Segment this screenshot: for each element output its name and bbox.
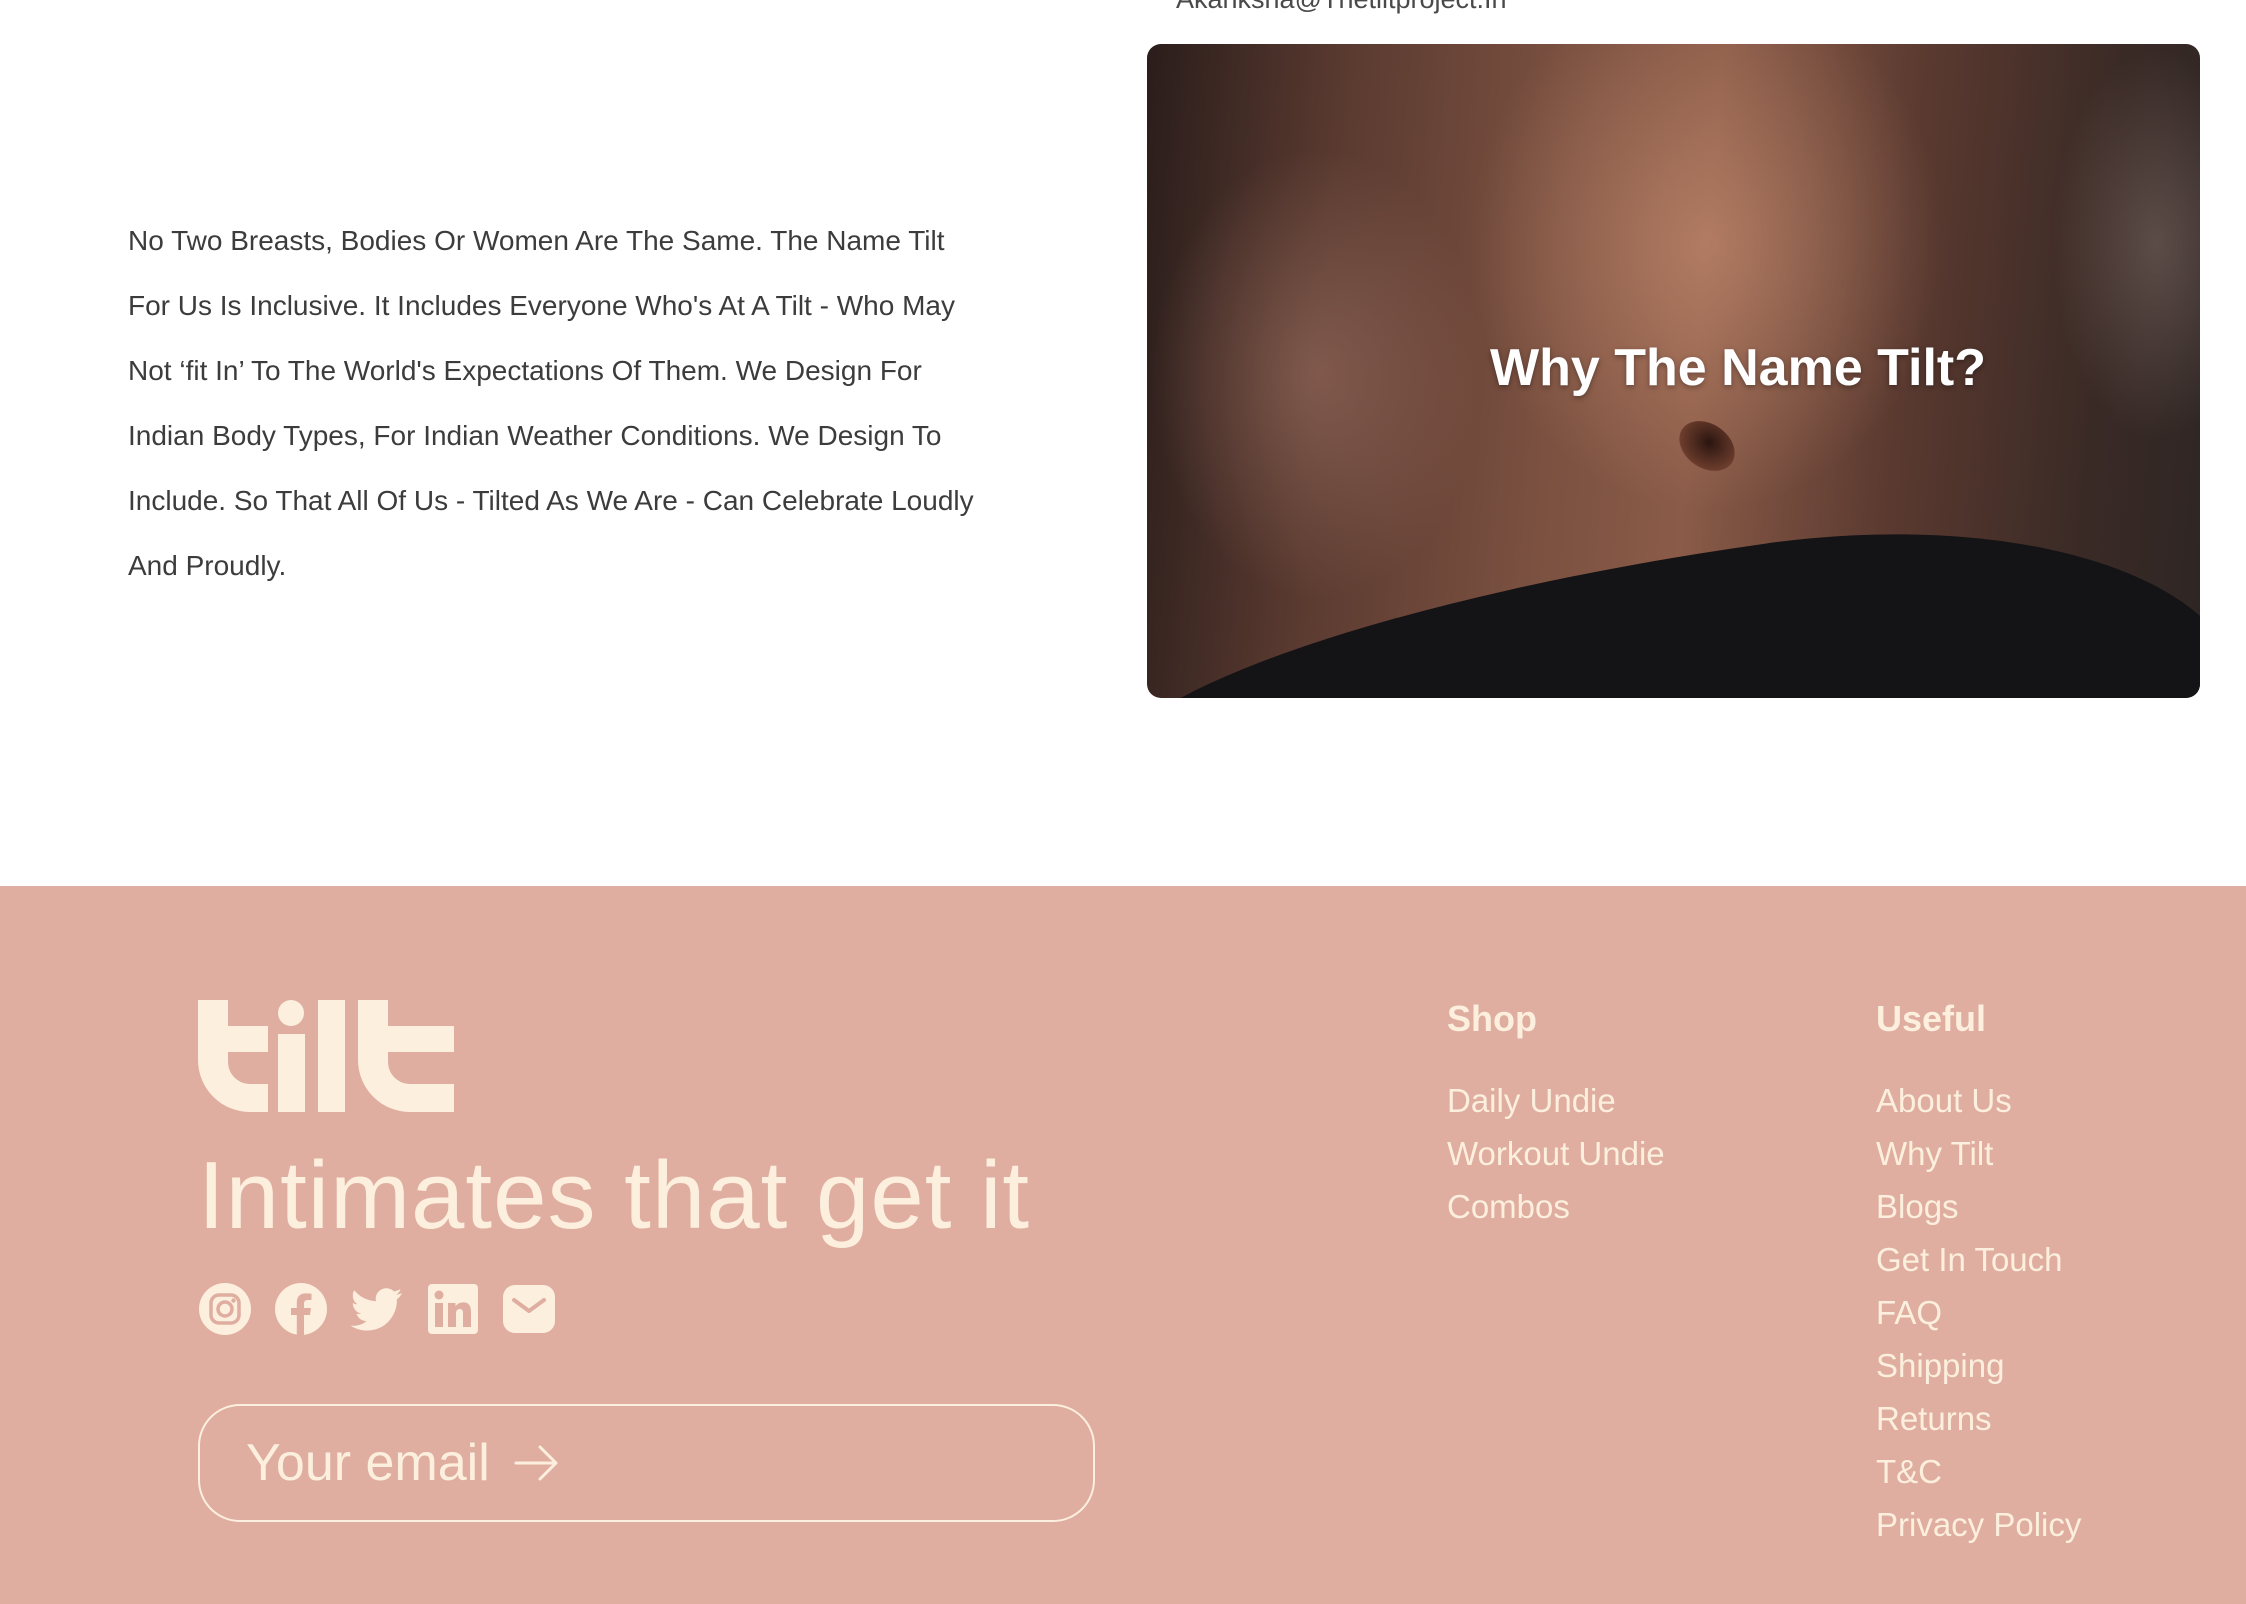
- site-footer: Intimates that get it Your email Shop Da…: [0, 886, 2246, 1604]
- email-input[interactable]: [246, 1433, 506, 1493]
- newsletter-form: [198, 1404, 1095, 1522]
- hero-photo-detail: [1669, 410, 1745, 482]
- footer-link-get-in-touch[interactable]: Get In Touch: [1876, 1233, 2081, 1286]
- footer-link-combos[interactable]: Combos: [1447, 1180, 1665, 1233]
- shop-heading: Shop: [1447, 998, 1537, 1039]
- intro-line: Indian Body Types, For Indian Weather Co…: [128, 420, 942, 451]
- tilt-logo[interactable]: [198, 1000, 454, 1114]
- footer-link-why-tilt[interactable]: Why Tilt: [1876, 1127, 2081, 1180]
- arrow-right-icon[interactable]: [514, 1443, 560, 1483]
- footer-link-blogs[interactable]: Blogs: [1876, 1180, 2081, 1233]
- footer-link-workout-undie[interactable]: Workout Undie: [1447, 1127, 1665, 1180]
- footer-shop-column: Shop Daily Undie Workout Undie Combos: [1447, 998, 1665, 1233]
- hero-title: Why The Name Tilt?: [1490, 339, 1986, 397]
- mail-icon[interactable]: [502, 1282, 556, 1336]
- social-links: [198, 1282, 556, 1336]
- footer-link-privacy-policy[interactable]: Privacy Policy: [1876, 1498, 2081, 1551]
- intro-line: Include. So That All Of Us - Tilted As W…: [128, 485, 974, 516]
- footer-link-daily-undie[interactable]: Daily Undie: [1447, 1074, 1665, 1127]
- intro-paragraph: No Two Breasts, Bodies Or Women Are The …: [128, 208, 1008, 598]
- footer-link-shipping[interactable]: Shipping: [1876, 1339, 2081, 1392]
- intro-line: And Proudly.: [128, 550, 287, 581]
- footer-link-about-us[interactable]: About Us: [1876, 1074, 2081, 1127]
- footer-link-faq[interactable]: FAQ: [1876, 1286, 2081, 1339]
- footer-link-returns[interactable]: Returns: [1876, 1392, 2081, 1445]
- hero-image-card: Why The Name Tilt?: [1147, 44, 2200, 698]
- twitter-icon[interactable]: [350, 1282, 404, 1336]
- contact-email[interactable]: Akanksha@Thetiltproject.In: [1176, 0, 1507, 15]
- useful-heading: Useful: [1876, 998, 1987, 1039]
- footer-link-tc[interactable]: T&C: [1876, 1445, 2081, 1498]
- intro-line: Not ‘fit In’ To The World's Expectations…: [128, 355, 922, 386]
- intro-line: No Two Breasts, Bodies Or Women Are The …: [128, 225, 945, 256]
- footer-tagline: Intimates that get it: [198, 1142, 1031, 1249]
- facebook-icon[interactable]: [274, 1282, 328, 1336]
- linkedin-icon[interactable]: [426, 1282, 480, 1336]
- footer-useful-column: Useful About Us Why Tilt Blogs Get In To…: [1876, 998, 2081, 1551]
- instagram-icon[interactable]: [198, 1282, 252, 1336]
- hero-photo-waistband: [1147, 480, 2200, 698]
- intro-line: For Us Is Inclusive. It Includes Everyon…: [128, 290, 955, 321]
